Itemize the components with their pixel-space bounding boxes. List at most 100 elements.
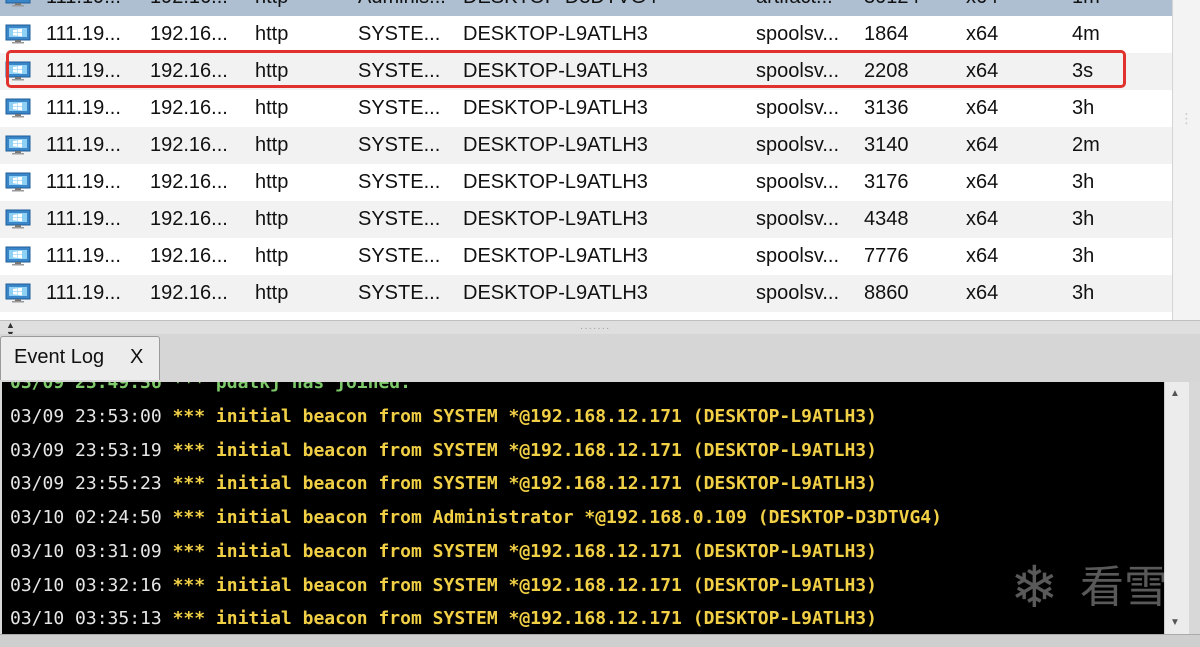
windows-monitor-icon	[5, 24, 31, 44]
log-timestamp: 03/09 23:53:00	[10, 406, 162, 427]
tab-event-log[interactable]: Event Log X	[0, 336, 160, 380]
table-row[interactable]: 111.19... 192.16... http SYSTE... DESKTOP-L9…	[0, 16, 1172, 53]
cell-listener: http	[255, 208, 289, 230]
cell-process: spoolsv...	[756, 97, 839, 119]
cell-last: 3h	[1072, 282, 1095, 304]
windows-monitor-icon	[5, 0, 31, 7]
snowflake-icon: ❄	[1010, 555, 1059, 620]
table-row[interactable]: 111.19... 192.16... http SYSTE... DESKTOP-L9…	[0, 127, 1172, 164]
cell-arch: x64	[966, 282, 999, 304]
log-message: *** initial beacon from SYSTEM *@192.168…	[172, 608, 877, 630]
tab-label: Event Log	[14, 346, 105, 368]
splitter-grip-icon[interactable]: ·······	[580, 323, 610, 334]
cell-listener: http	[255, 171, 289, 193]
cell-process: spoolsv...	[756, 134, 839, 156]
table-scrollbar[interactable]: ⋮	[1172, 0, 1200, 320]
log-message: *** initial beacon from SYSTEM *@192.168…	[172, 439, 877, 461]
cell-arch: x64	[966, 23, 999, 45]
cell-listener: http	[255, 134, 289, 156]
selected-row-highlight	[6, 50, 1126, 88]
scroll-up-icon[interactable]: ▲	[1170, 388, 1180, 399]
event-log-console[interactable]: 03/09 23:49:36 *** pdatkj has joined. 03…	[2, 382, 1164, 634]
table-row-partial[interactable]: 111.19... 192.16... http Adminis... DESKTOP-…	[0, 0, 1172, 16]
cell-last: 3h	[1072, 208, 1095, 230]
windows-monitor-icon	[5, 283, 31, 303]
cell-internal: 192.16...	[150, 171, 228, 193]
cell-computer: DESKTOP-L9ATLH3	[463, 23, 648, 45]
log-line: 03/09 23:55:23 *** initial beacon from S…	[10, 467, 877, 501]
cell-process: spoolsv...	[756, 245, 839, 267]
cell-external: 111.19...	[46, 134, 121, 156]
cell-internal: 192.16...	[150, 97, 228, 119]
cell-internal: 192.16...	[150, 134, 228, 156]
cell-external: 111.19...	[46, 0, 121, 16]
cell-computer: DESKTOP-L9ATLH3	[463, 134, 648, 156]
log-timestamp: 03/10 03:35:13	[10, 608, 162, 630]
cell-internal: 192.16...	[150, 282, 228, 304]
log-line: 03/09 23:53:19 *** initial beacon from S…	[10, 434, 877, 468]
log-line: 03/09 23:53:00 *** initial beacon from S…	[10, 400, 877, 434]
cell-last: 1m	[1072, 0, 1100, 16]
cell-arch: x64	[966, 171, 999, 193]
cell-external: 111.19...	[46, 282, 121, 304]
cell-last: 3h	[1072, 245, 1095, 267]
beacon-table: 111.19... 192.16... http Adminis... DESKTOP-…	[0, 0, 1200, 320]
cell-process: spoolsv...	[756, 171, 839, 193]
log-message: *** initial beacon from SYSTEM *@192.168…	[172, 574, 877, 596]
cell-pid: 3176	[864, 171, 909, 193]
table-row[interactable]: 111.19... 192.16... http SYSTE... DESKTOP-L9…	[0, 275, 1172, 312]
cell-arch: x64	[966, 97, 999, 119]
cell-user: SYSTE...	[358, 134, 441, 156]
cell-user: SYSTE...	[358, 97, 441, 119]
log-timestamp: 03/09 23:53:19	[10, 439, 162, 461]
cell-listener: http	[255, 0, 288, 16]
log-timestamp: 03/10 03:31:09	[10, 540, 162, 562]
cell-pid: 1864	[864, 23, 909, 45]
table-row[interactable]: 111.19... 192.16... http SYSTE... DESKTOP-L9…	[0, 164, 1172, 201]
watermark-text: 看雪	[1080, 562, 1168, 613]
cell-arch: x64	[966, 245, 999, 267]
cell-listener: http	[255, 282, 289, 304]
cell-listener: http	[255, 23, 289, 45]
watermark: ❄ 看雪	[1010, 556, 1180, 620]
cell-process: spoolsv...	[756, 208, 839, 230]
log-timestamp: 03/09 23:55:23	[10, 473, 162, 495]
cell-computer: DESKTOP-D3DTVG4	[463, 0, 657, 16]
cell-external: 111.19...	[46, 23, 121, 45]
cell-internal: 192.16...	[150, 0, 228, 16]
table-row[interactable]: 111.19... 192.16... http SYSTE... DESKTOP-L9…	[0, 90, 1172, 127]
cell-computer: DESKTOP-L9ATLH3	[463, 282, 648, 304]
cell-internal: 192.16...	[150, 23, 228, 45]
tab-close-button[interactable]: X	[130, 346, 143, 369]
cell-last: 4m	[1072, 23, 1100, 45]
scroll-thumb[interactable]: ⋮	[1177, 104, 1196, 132]
cell-user: SYSTE...	[358, 282, 441, 304]
log-line: 03/10 03:31:09 *** initial beacon from S…	[10, 535, 877, 569]
cell-external: 111.19...	[46, 245, 121, 267]
cell-computer: DESKTOP-L9ATLH3	[463, 208, 648, 230]
pane-splitter[interactable]: ▲▼ ·······	[0, 320, 1200, 339]
log-timestamp: 03/10 02:24:50	[10, 507, 162, 529]
log-message: *** initial beacon from SYSTEM *@192.168…	[172, 473, 877, 495]
cell-internal: 192.16...	[150, 208, 228, 230]
cell-pid: 30124	[864, 0, 920, 16]
log-message: *** initial beacon from Administrator *@…	[172, 507, 942, 529]
windows-monitor-icon	[5, 172, 31, 192]
table-row[interactable]: 111.19... 192.16... http SYSTE... DESKTOP-L9…	[0, 238, 1172, 275]
cell-user: Adminis...	[358, 0, 446, 16]
table-row[interactable]: 111.19... 192.16... http SYSTE... DESKTOP-L9…	[0, 201, 1172, 238]
log-message: *** initial beacon from SYSTEM *@192.168…	[172, 540, 877, 562]
tab-strip: Event Log X	[0, 334, 1200, 382]
log-timestamp: 03/10 03:32:16	[10, 574, 162, 596]
cell-process: spoolsv...	[756, 23, 839, 45]
cell-last: 3h	[1072, 171, 1095, 193]
log-line: 03/10 03:32:16 *** initial beacon from S…	[10, 569, 877, 603]
windows-monitor-icon	[5, 246, 31, 266]
cell-arch: x64	[966, 134, 999, 156]
cell-user: SYSTE...	[358, 245, 441, 267]
log-line: 03/10 02:24:50 *** initial beacon from A…	[10, 501, 942, 535]
cell-pid: 8860	[864, 282, 909, 304]
cell-computer: DESKTOP-L9ATLH3	[463, 171, 648, 193]
cell-last: 3h	[1072, 97, 1095, 119]
cell-external: 111.19...	[46, 97, 121, 119]
